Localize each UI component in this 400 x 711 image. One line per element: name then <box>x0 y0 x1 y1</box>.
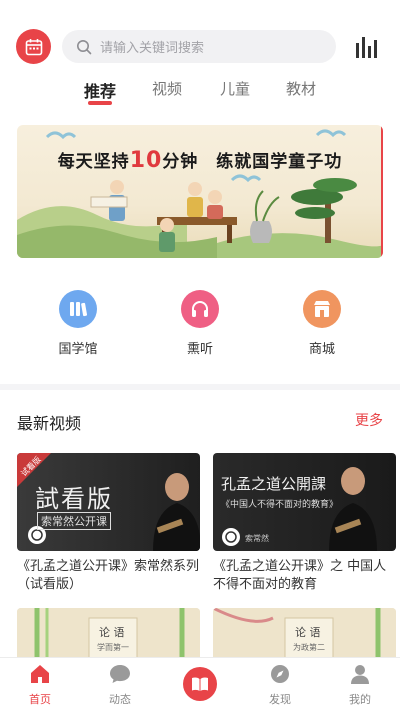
quick-link-label: 国学馆 <box>58 342 98 357</box>
nav-home[interactable]: 首页 <box>10 664 70 707</box>
video-thumbnail: 孔孟之道公開課 《中国人不得不面对的教育》 索常然 <box>213 453 396 551</box>
quick-link-label: 商城 <box>308 342 335 357</box>
thumb-sub-text: 《中国人不得不面对的教育》 <box>221 500 339 510</box>
tab-textbook[interactable]: 教材 <box>286 78 316 99</box>
banner-illustration <box>17 125 383 258</box>
banner-title: 每天坚持10分钟 练就国学童子功 <box>17 147 383 173</box>
nav-label: 首页 <box>29 693 51 706</box>
shop-icon <box>303 290 341 328</box>
banner-title-number: 10 <box>129 148 163 173</box>
thumb-sub-text: 学而第一 <box>97 643 129 652</box>
header: 请输入关键词搜索 <box>0 0 400 70</box>
nav-label: 发现 <box>269 693 291 706</box>
quick-link-guoxueguan[interactable]: 国学馆 <box>38 290 118 357</box>
banner-title-post: 分钟 练就国学童子功 <box>162 152 343 172</box>
user-icon <box>351 665 369 684</box>
calendar-icon <box>25 38 42 55</box>
more-link[interactable]: 更多 <box>355 410 383 430</box>
tab-children[interactable]: 儿童 <box>220 78 250 99</box>
book-icon <box>192 677 208 691</box>
video-card[interactable]: 孔孟之道公開課 《中国人不得不面对的教育》 索常然 《孔孟之道公开课》之 中国人… <box>213 453 396 594</box>
tab-video[interactable]: 视频 <box>152 78 182 99</box>
video-title: 《孔孟之道公开课》索常然系列（试看版） <box>17 559 200 592</box>
thumb-sub-text: 索常然公开课 <box>37 512 111 530</box>
section-divider <box>0 384 400 390</box>
search-icon <box>77 39 92 54</box>
promo-banner[interactable]: 每天坚持10分钟 练就国学童子功 <box>17 125 383 258</box>
video-card[interactable]: 试看版 試看版 索常然公开课 《孔孟之道公开课》索常然系列（试看版） <box>17 453 200 594</box>
video-thumbnail: 试看版 試看版 索常然公开课 <box>17 453 200 551</box>
center-study-button[interactable] <box>183 667 217 701</box>
quick-link-xunting[interactable]: 熏听 <box>160 290 240 357</box>
nav-label: 动态 <box>109 693 131 706</box>
nav-discover[interactable]: 发现 <box>250 664 310 707</box>
thumb-main-text: 论 语 <box>99 626 125 639</box>
quick-link-shop[interactable]: 商城 <box>282 290 362 357</box>
search-input[interactable]: 请输入关键词搜索 <box>62 30 336 63</box>
nav-feed[interactable]: 动态 <box>90 664 150 707</box>
thumb-main-text: 孔孟之道公開課 <box>221 475 327 493</box>
thumb-main-text: 試看版 <box>35 485 113 513</box>
banner-title-pre: 每天坚持 <box>57 152 130 172</box>
active-tab-indicator <box>88 101 112 105</box>
nav-label: 我的 <box>349 693 371 706</box>
home-icon <box>31 665 49 683</box>
search-placeholder: 请输入关键词搜索 <box>100 41 205 56</box>
headphones-icon <box>181 290 219 328</box>
nav-profile[interactable]: 我的 <box>330 664 390 707</box>
tab-recommend[interactable]: 推荐 <box>84 78 116 102</box>
compass-icon <box>271 665 289 683</box>
category-tabs: 推荐 视频 儿童 教材 <box>60 74 340 108</box>
books-icon <box>59 290 97 328</box>
thumb-author: 索常然 <box>245 534 269 543</box>
chat-icon <box>110 665 130 683</box>
thumb-sub-text: 为政第二 <box>293 643 325 652</box>
quick-link-label: 熏听 <box>186 342 213 357</box>
thumb-main-text: 论 语 <box>295 626 321 639</box>
calendar-button[interactable] <box>16 29 51 64</box>
section-title: 最新视频 <box>17 414 82 433</box>
stats-icon[interactable] <box>354 35 380 59</box>
video-title: 《孔孟之道公开课》之 中国人不得不面对的教育 <box>213 559 387 592</box>
